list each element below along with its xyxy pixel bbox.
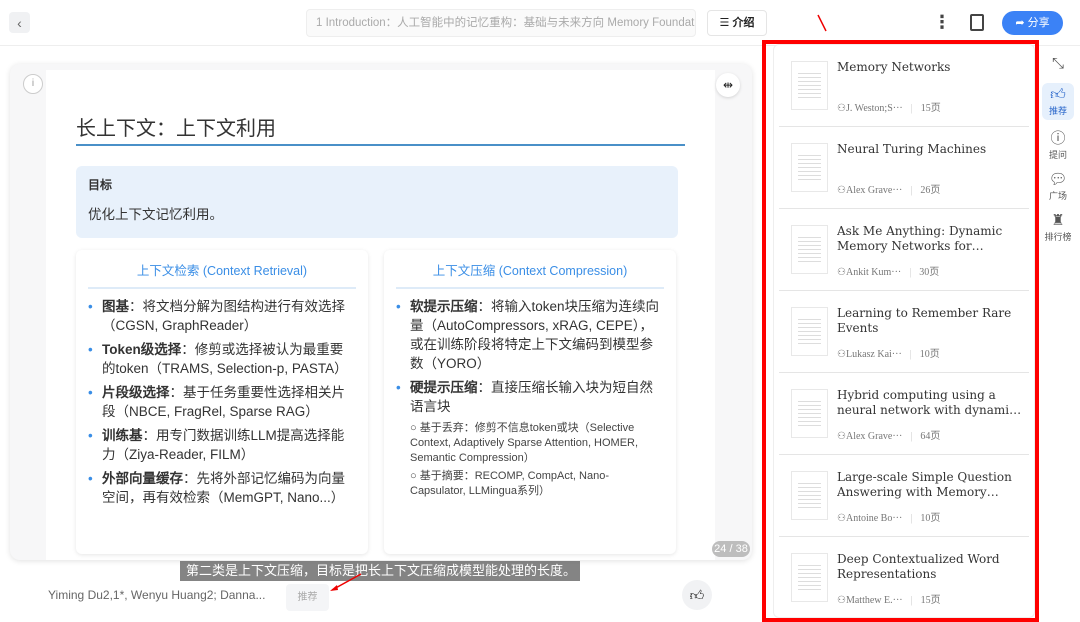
thumbs-up-icon[interactable]: 👍︎ (682, 580, 712, 610)
intro-button[interactable]: ☰ 介绍 (707, 10, 767, 36)
slide-title: 长上下文：上下文利用 (76, 118, 276, 140)
list-icon: ☰ (719, 17, 733, 29)
goal-text: 优化上下文记忆利用。 (88, 207, 223, 222)
title-divider (76, 144, 685, 146)
share-button[interactable]: ➦ 分享 (1002, 11, 1063, 35)
rail-label: 排行榜 (1044, 232, 1072, 242)
document-title-field[interactable]: 1 Introduction：人工智能中的记忆重构：基础与未来方向 Memory… (306, 9, 696, 37)
ranking-icon: ♜ (1051, 212, 1065, 229)
card-heading: 上下文压缩 (Context Compression) (396, 250, 664, 289)
list-item: 外部向量缓存：先将外部记忆编码为向量空间，再有效检索（MemGPT, Nano.… (88, 469, 356, 507)
question-icon: ⓘ (1050, 130, 1066, 147)
collapse-icon[interactable]: ⤡ (1042, 55, 1074, 73)
list-item: 片段级选择：基于任务重要性选择相关片段（NBCE, FragRel, Spars… (88, 383, 356, 421)
list-item: 训练基：用专门数据训练LLM提高选择能力（Ziya-Reader, FILM） (88, 426, 356, 464)
rail-ranking[interactable]: ♜ 排行榜 (1042, 212, 1074, 243)
card-heading: 上下文检索 (Context Retrieval) (88, 250, 356, 289)
list-item: Token级选择：修剪或选择被认为最重要的token（TRAMS, Select… (88, 340, 356, 378)
slide-viewer: 长上下文：上下文利用 目标 优化上下文记忆利用。 上下文检索 (Context … (10, 64, 752, 560)
context-compression-card: 上下文压缩 (Context Compression) 软提示压缩：将输入tok… (384, 250, 676, 554)
rail-square[interactable]: 💬︎ 广场 (1042, 171, 1074, 202)
context-retrieval-card: 上下文检索 (Context Retrieval) 图基：将文档分解为图结构进行… (76, 250, 368, 554)
rail-label: 推荐 (1048, 106, 1067, 116)
sub-item: ○ 基于丢弃：修剪不信息token或块（Selective Context, A… (410, 422, 639, 464)
rail-label: 广场 (1048, 191, 1067, 201)
highlight-box (762, 40, 1039, 622)
list-item: 软提示压缩：将输入token块压缩为连续向量（AutoCompressors, … (396, 297, 664, 373)
thumbs-up-star-icon: 👍︎ (1050, 86, 1066, 103)
share-label: 分享 (1027, 17, 1050, 29)
page-indicator: 24 / 38 (712, 541, 750, 557)
side-rail: ⤡ 👍︎ 推荐 ⓘ 提问 💬︎ 广场 ♜ 排行榜 (1042, 55, 1074, 253)
authors: Yiming Du2,1*, Wenyu Huang2; Danna... (48, 588, 266, 602)
arrow-head (330, 585, 338, 591)
subtitle-caption: 第二类是上下文压缩，目标是把长上下文压缩成模型能处理的长度。 (180, 561, 580, 581)
more-options-icon[interactable]: ⋮ (933, 12, 951, 33)
goal-label: 目标 (88, 178, 113, 192)
list-item: 图基：将文档分解为图结构进行有效选择（CGSN, GraphReader） (88, 297, 356, 335)
info-icon[interactable]: i (23, 74, 43, 94)
split-view-icon[interactable]: ⇹ (716, 73, 740, 97)
intro-label: 介绍 (732, 17, 755, 29)
rail-label: 提问 (1048, 150, 1067, 160)
rail-recommend[interactable]: 👍︎ 推荐 (1042, 83, 1074, 120)
rail-ask[interactable]: ⓘ 提问 (1042, 130, 1074, 161)
goal-box: 目标 优化上下文记忆利用。 (76, 166, 678, 238)
list-item: 硬提示压缩：直接压缩长输入块为短自然语言块 (396, 378, 664, 416)
slide-page: 长上下文：上下文利用 目标 优化上下文记忆利用。 上下文检索 (Context … (46, 70, 715, 560)
recommend-button[interactable]: 推荐 (286, 584, 329, 611)
sub-item: ○ 基于摘要：RECOMP, CompAct, Nano-Capsulator,… (410, 470, 609, 497)
back-button[interactable]: ‹ (9, 12, 30, 33)
chat-icon: 💬︎ (1048, 171, 1068, 188)
share-icon: ➦ (1015, 17, 1028, 29)
panel-toggle-icon[interactable] (970, 14, 984, 31)
recommend-label: 推荐 (297, 592, 318, 603)
